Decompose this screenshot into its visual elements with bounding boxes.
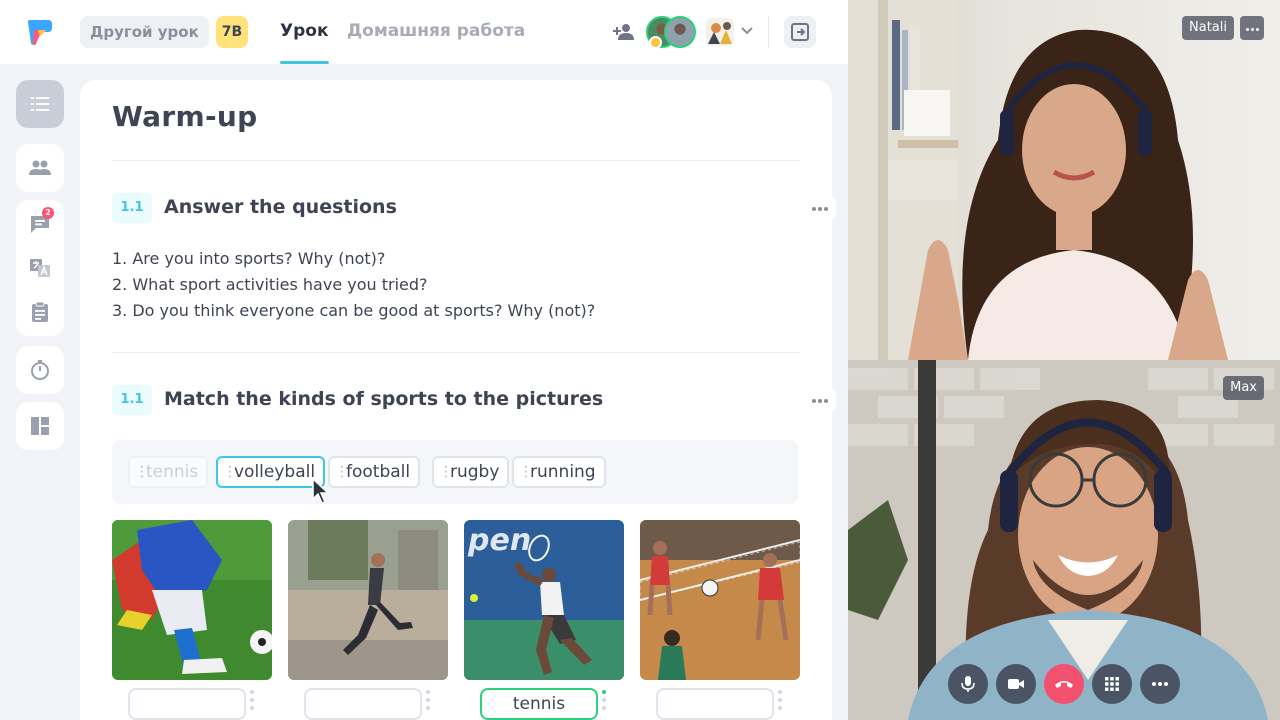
section-menu-button[interactable]: [804, 388, 836, 412]
participant-name-tag: Natali: [1182, 16, 1234, 40]
answer-field-1[interactable]: [128, 688, 246, 720]
notification-badge: 2: [42, 207, 54, 219]
question-item: 3. Do you think everyone can be good at …: [112, 301, 596, 320]
participants-avatars[interactable]: [646, 15, 696, 49]
top-bar: Другой урок 7B Урок Домашняя работа: [0, 0, 848, 64]
drag-handle-icon[interactable]: [777, 690, 783, 718]
video-frame: [848, 0, 1228, 360]
camera-button[interactable]: [996, 664, 1036, 704]
participant-menu-button[interactable]: [1240, 16, 1264, 40]
divider: [768, 16, 769, 48]
word-bank: tennis volleyball football rugby running: [112, 440, 798, 504]
phone-hangup-icon: [1055, 681, 1073, 688]
grid-icon: [1105, 677, 1119, 691]
grid-button[interactable]: [1092, 664, 1132, 704]
volleyball-picture: [640, 520, 800, 680]
exit-icon: [791, 23, 809, 41]
question-item: 2. What sport activities have you tried?: [112, 275, 428, 294]
tennis-picture: pen: [464, 520, 624, 680]
more-icon: [1152, 682, 1168, 686]
video-feed-natali: Natali: [848, 0, 1280, 360]
more-options-button[interactable]: [1140, 664, 1180, 704]
add-user-icon[interactable]: [612, 20, 636, 44]
divider: [112, 160, 800, 161]
microphone-icon: [961, 676, 975, 692]
section-title: Answer the questions: [164, 196, 397, 218]
people-icon: [29, 160, 51, 175]
answer-field-3[interactable]: tennis: [480, 688, 598, 720]
timer-button[interactable]: [16, 346, 64, 394]
word-chip-running[interactable]: running: [512, 456, 606, 488]
page-title: Warm-up: [112, 100, 258, 133]
divider: [112, 352, 800, 353]
end-call-button[interactable]: [1044, 664, 1084, 704]
answer-field-4[interactable]: [656, 688, 774, 720]
dashboard-icon: [31, 417, 49, 435]
lesson-contents-button[interactable]: [16, 80, 64, 128]
tab-homework[interactable]: Домашняя работа: [347, 0, 525, 64]
mouse-cursor-icon: [312, 478, 330, 504]
drag-handle-icon[interactable]: [601, 690, 607, 718]
word-chip-football[interactable]: football: [328, 456, 421, 488]
svg-text:pen: pen: [467, 523, 531, 558]
list-icon: [31, 97, 49, 111]
answer-field-2[interactable]: [304, 688, 422, 720]
app-logo-icon[interactable]: [24, 16, 56, 48]
microphone-button[interactable]: [948, 664, 988, 704]
other-lesson-button[interactable]: Другой урок: [80, 16, 209, 48]
participants-button[interactable]: [16, 144, 64, 192]
class-badge[interactable]: 7B: [216, 16, 248, 48]
questions-list: 1. Are you into sports? Why (not)? 2. Wh…: [112, 246, 595, 324]
crown-icon: [649, 36, 662, 49]
group-avatar-icon[interactable]: [704, 16, 736, 48]
stopwatch-icon: [31, 360, 49, 380]
running-picture: [288, 520, 448, 680]
football-picture: [112, 520, 272, 680]
translate-icon[interactable]: [28, 256, 52, 280]
chevron-down-icon[interactable]: [740, 24, 754, 38]
question-item: 1. Are you into sports? Why (not)?: [112, 249, 386, 268]
section-number: 1.1: [112, 385, 152, 415]
tab-lesson[interactable]: Урок: [280, 0, 329, 64]
word-chip-volleyball[interactable]: volleyball: [216, 456, 326, 488]
clipboard-icon[interactable]: [28, 300, 52, 324]
lesson-card: Warm-up 1.1 Answer the questions 1. Are …: [80, 80, 836, 720]
avatar: [664, 16, 696, 48]
exit-button[interactable]: [784, 16, 816, 48]
word-chip-rugby[interactable]: rugby: [432, 456, 510, 488]
word-chip-tennis[interactable]: tennis: [128, 456, 209, 488]
section-title: Match the kinds of sports to the picture…: [164, 388, 604, 410]
drag-handle-icon[interactable]: [249, 690, 255, 718]
tools-group: 2: [16, 200, 64, 336]
participant-name-tag: Max: [1223, 376, 1264, 400]
camera-icon: [1008, 679, 1024, 689]
drag-handle-icon[interactable]: [425, 690, 431, 718]
section-number: 1.1: [112, 193, 152, 223]
layout-button[interactable]: [16, 402, 64, 450]
section-menu-button[interactable]: [804, 196, 836, 220]
